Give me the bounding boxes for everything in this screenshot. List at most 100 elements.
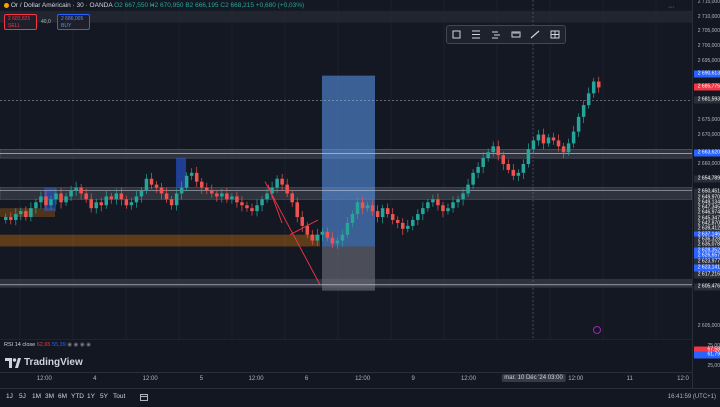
candle-body (220, 193, 224, 197)
tradingview-logo-text: TradingView (24, 357, 83, 368)
candle-body (591, 81, 596, 94)
long-position-target (322, 75, 375, 247)
candle-body (340, 234, 345, 241)
candle-body (59, 193, 63, 203)
price-axis-label: 2 605,000 (697, 323, 720, 329)
candle-body (596, 81, 601, 88)
candle-body (109, 196, 114, 200)
date-range-icon[interactable] (140, 393, 148, 403)
candle-body (456, 199, 460, 203)
rectangle-icon[interactable] (451, 29, 463, 41)
sell-button[interactable]: 2 683,825 SELL (4, 14, 37, 30)
time-axis-label: 12:00 (36, 376, 52, 382)
price-axis[interactable]: 2 715,000 2 710,000 2 705,000 2 700,000 2 69… (692, 0, 720, 388)
clock[interactable]: 16:41:59 (UTC+1) (668, 394, 716, 400)
rsi-title: RSI 14 close (4, 342, 36, 348)
candle-body (546, 137, 551, 144)
candle-body (265, 193, 269, 200)
price-tag[interactable]: 2 681,593 (694, 96, 720, 104)
rsi-settings-icons[interactable]: ◉ ◉ ◉ ◉ (67, 342, 91, 348)
candle-body (526, 149, 531, 164)
candle-body (119, 193, 124, 200)
more-options-icon[interactable]: ⋯ (668, 4, 674, 11)
candle-body (230, 196, 234, 200)
sell-label: SELL (8, 23, 21, 29)
candle-body (305, 225, 310, 235)
rsi-value: 62,65 (36, 342, 51, 348)
buy-button[interactable]: 2 686,005 BUY (57, 14, 90, 30)
spread-value: 40,0 (41, 19, 51, 25)
candle-body (199, 181, 204, 188)
rsi-legend[interactable]: RSI 14 close 62,65 55,39 ◉ ◉ ◉ ◉ (4, 342, 91, 348)
tradingview-logo-icon (5, 357, 21, 368)
candle-body (586, 93, 591, 106)
candle-body (4, 217, 8, 220)
buy-label: BUY (61, 23, 72, 29)
candle-body (14, 214, 18, 220)
candle-body (149, 178, 154, 185)
candle-body (124, 199, 129, 206)
align-icon[interactable] (490, 29, 502, 41)
price-tag[interactable]: 2 690,613 (694, 70, 720, 78)
fib-icon[interactable] (470, 29, 482, 41)
candle-body (205, 187, 209, 191)
range-button-1m[interactable]: 1M (32, 393, 41, 400)
time-axis-label: 5 (199, 376, 204, 382)
candle-body (506, 164, 511, 170)
range-button-ytd[interactable]: YTD (71, 393, 84, 400)
price-tag[interactable]: 2 685,775 (694, 83, 720, 91)
candle-body (64, 196, 68, 203)
price-tag[interactable]: 2 663,620 (694, 149, 720, 157)
candle-body (350, 214, 355, 223)
time-axis-label: 12:0 (677, 376, 689, 382)
candle-body (144, 178, 149, 191)
brush-icon[interactable] (529, 29, 541, 41)
candle-body (491, 146, 495, 153)
fvg-box (176, 158, 186, 188)
price-axis-label: 2 670,000 (697, 131, 720, 138)
candle-body (194, 172, 199, 182)
candle-body (521, 164, 526, 173)
candle-body (154, 184, 159, 188)
candle-body (134, 196, 139, 203)
candle-body (566, 143, 571, 153)
long-position-stop (322, 246, 375, 291)
candle-body (466, 184, 470, 194)
price-tag[interactable]: 2 617,216 (694, 271, 720, 279)
candle-body (486, 152, 490, 159)
candle-body (285, 184, 289, 194)
candle-body (44, 196, 48, 206)
price-axis-label: 2 695,000 (697, 57, 720, 64)
price-tag[interactable]: 2 623,141 (694, 264, 720, 272)
range-button-3m[interactable]: 3M (45, 393, 54, 400)
grid-icon[interactable] (549, 29, 561, 41)
candle-body (260, 199, 264, 206)
hide-icon[interactable]: ⌃ (150, 4, 155, 11)
candle-body (471, 172, 475, 185)
price-chart[interactable] (0, 0, 710, 372)
candle-body (104, 196, 109, 206)
ruler-icon[interactable] (510, 29, 522, 41)
range-button-5j[interactable]: 5J (19, 393, 26, 400)
symbol-title[interactable]: Or / Dollar Américain · 30 · OANDA (11, 2, 113, 9)
range-button-6m[interactable]: 6M (58, 393, 67, 400)
time-axis-label: 6 (304, 376, 309, 382)
price-tag[interactable]: 2 605,476 (694, 283, 720, 291)
time-axis-label: 12:00 (460, 376, 476, 382)
range-button-tout[interactable]: Tout (113, 393, 125, 400)
rsi-ma-value: 55,39 (52, 342, 66, 348)
chart-area[interactable] (0, 0, 710, 372)
candle-body (561, 146, 566, 153)
candle-body (235, 196, 239, 203)
range-button-5y[interactable]: 5Y (100, 393, 108, 400)
candle-body (411, 219, 415, 226)
drawing-toolbar (446, 25, 566, 44)
range-button-1y[interactable]: 1Y (87, 393, 95, 400)
candle-body (426, 202, 430, 209)
candle-body (34, 202, 38, 209)
range-button-1j[interactable]: 1J (6, 393, 13, 400)
candle-body (536, 134, 541, 141)
price-tag[interactable]: 2 654,789 (694, 175, 720, 183)
time-axis[interactable]: 12:00 4 12:00 5 12:00 6 12:00 9 12:00 mar. 10 Déc… (0, 372, 692, 389)
buy-price: 2 686,005 (61, 16, 84, 22)
